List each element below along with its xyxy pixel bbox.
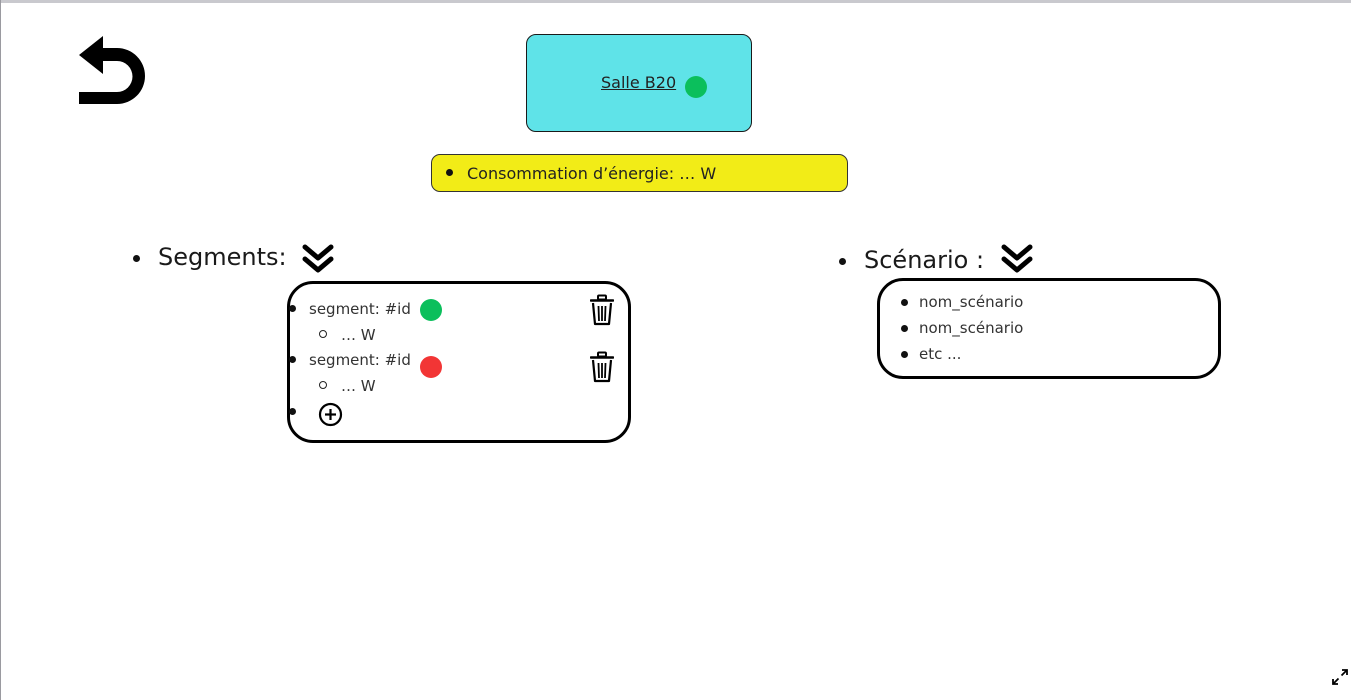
segment-status-indicator-off [420, 356, 442, 378]
segment-label[interactable]: segment: #id [309, 351, 411, 369]
segments-expand-chevron-icon[interactable] [302, 244, 334, 274]
scenario-item[interactable]: nom_scénario [919, 319, 1023, 337]
room-card: Salle B20 [526, 34, 752, 132]
segment-label[interactable]: segment: #id [309, 300, 411, 318]
trash-icon[interactable] [590, 351, 614, 383]
segment-power: … W [341, 377, 376, 395]
segment-bullet [289, 305, 296, 312]
scenario-item-bullet [901, 325, 908, 332]
add-segment-bullet [289, 408, 296, 415]
plus-circle-icon[interactable] [318, 402, 343, 427]
segment-power: … W [341, 326, 376, 344]
segment-status-indicator-on [420, 299, 442, 321]
segments-title: Segments: [158, 243, 287, 271]
segment-power-bullet [319, 330, 327, 338]
room-name-link[interactable]: Salle B20 [601, 73, 676, 92]
scenario-item-bullet [901, 299, 908, 306]
energy-consumption-panel: Consommation d’énergie: … W [431, 154, 848, 192]
segment-bullet [289, 356, 296, 363]
scenario-expand-chevron-icon[interactable] [1001, 244, 1033, 274]
segments-bullet [133, 255, 140, 262]
energy-consumption-text: Consommation d’énergie: … W [467, 164, 717, 183]
trash-icon[interactable] [590, 294, 614, 326]
top-border [1, 0, 1351, 3]
energy-bullet [446, 169, 453, 176]
scenario-title: Scénario : [864, 246, 985, 274]
segment-power-bullet [319, 381, 327, 389]
scenario-item-bullet [901, 351, 908, 358]
back-arrow-icon[interactable] [77, 34, 151, 106]
scenario-item[interactable]: nom_scénario [919, 293, 1023, 311]
room-status-indicator [685, 76, 707, 98]
expand-icon[interactable] [1331, 668, 1349, 686]
scenario-item[interactable]: etc ... [919, 345, 961, 363]
scenario-bullet [839, 258, 846, 265]
